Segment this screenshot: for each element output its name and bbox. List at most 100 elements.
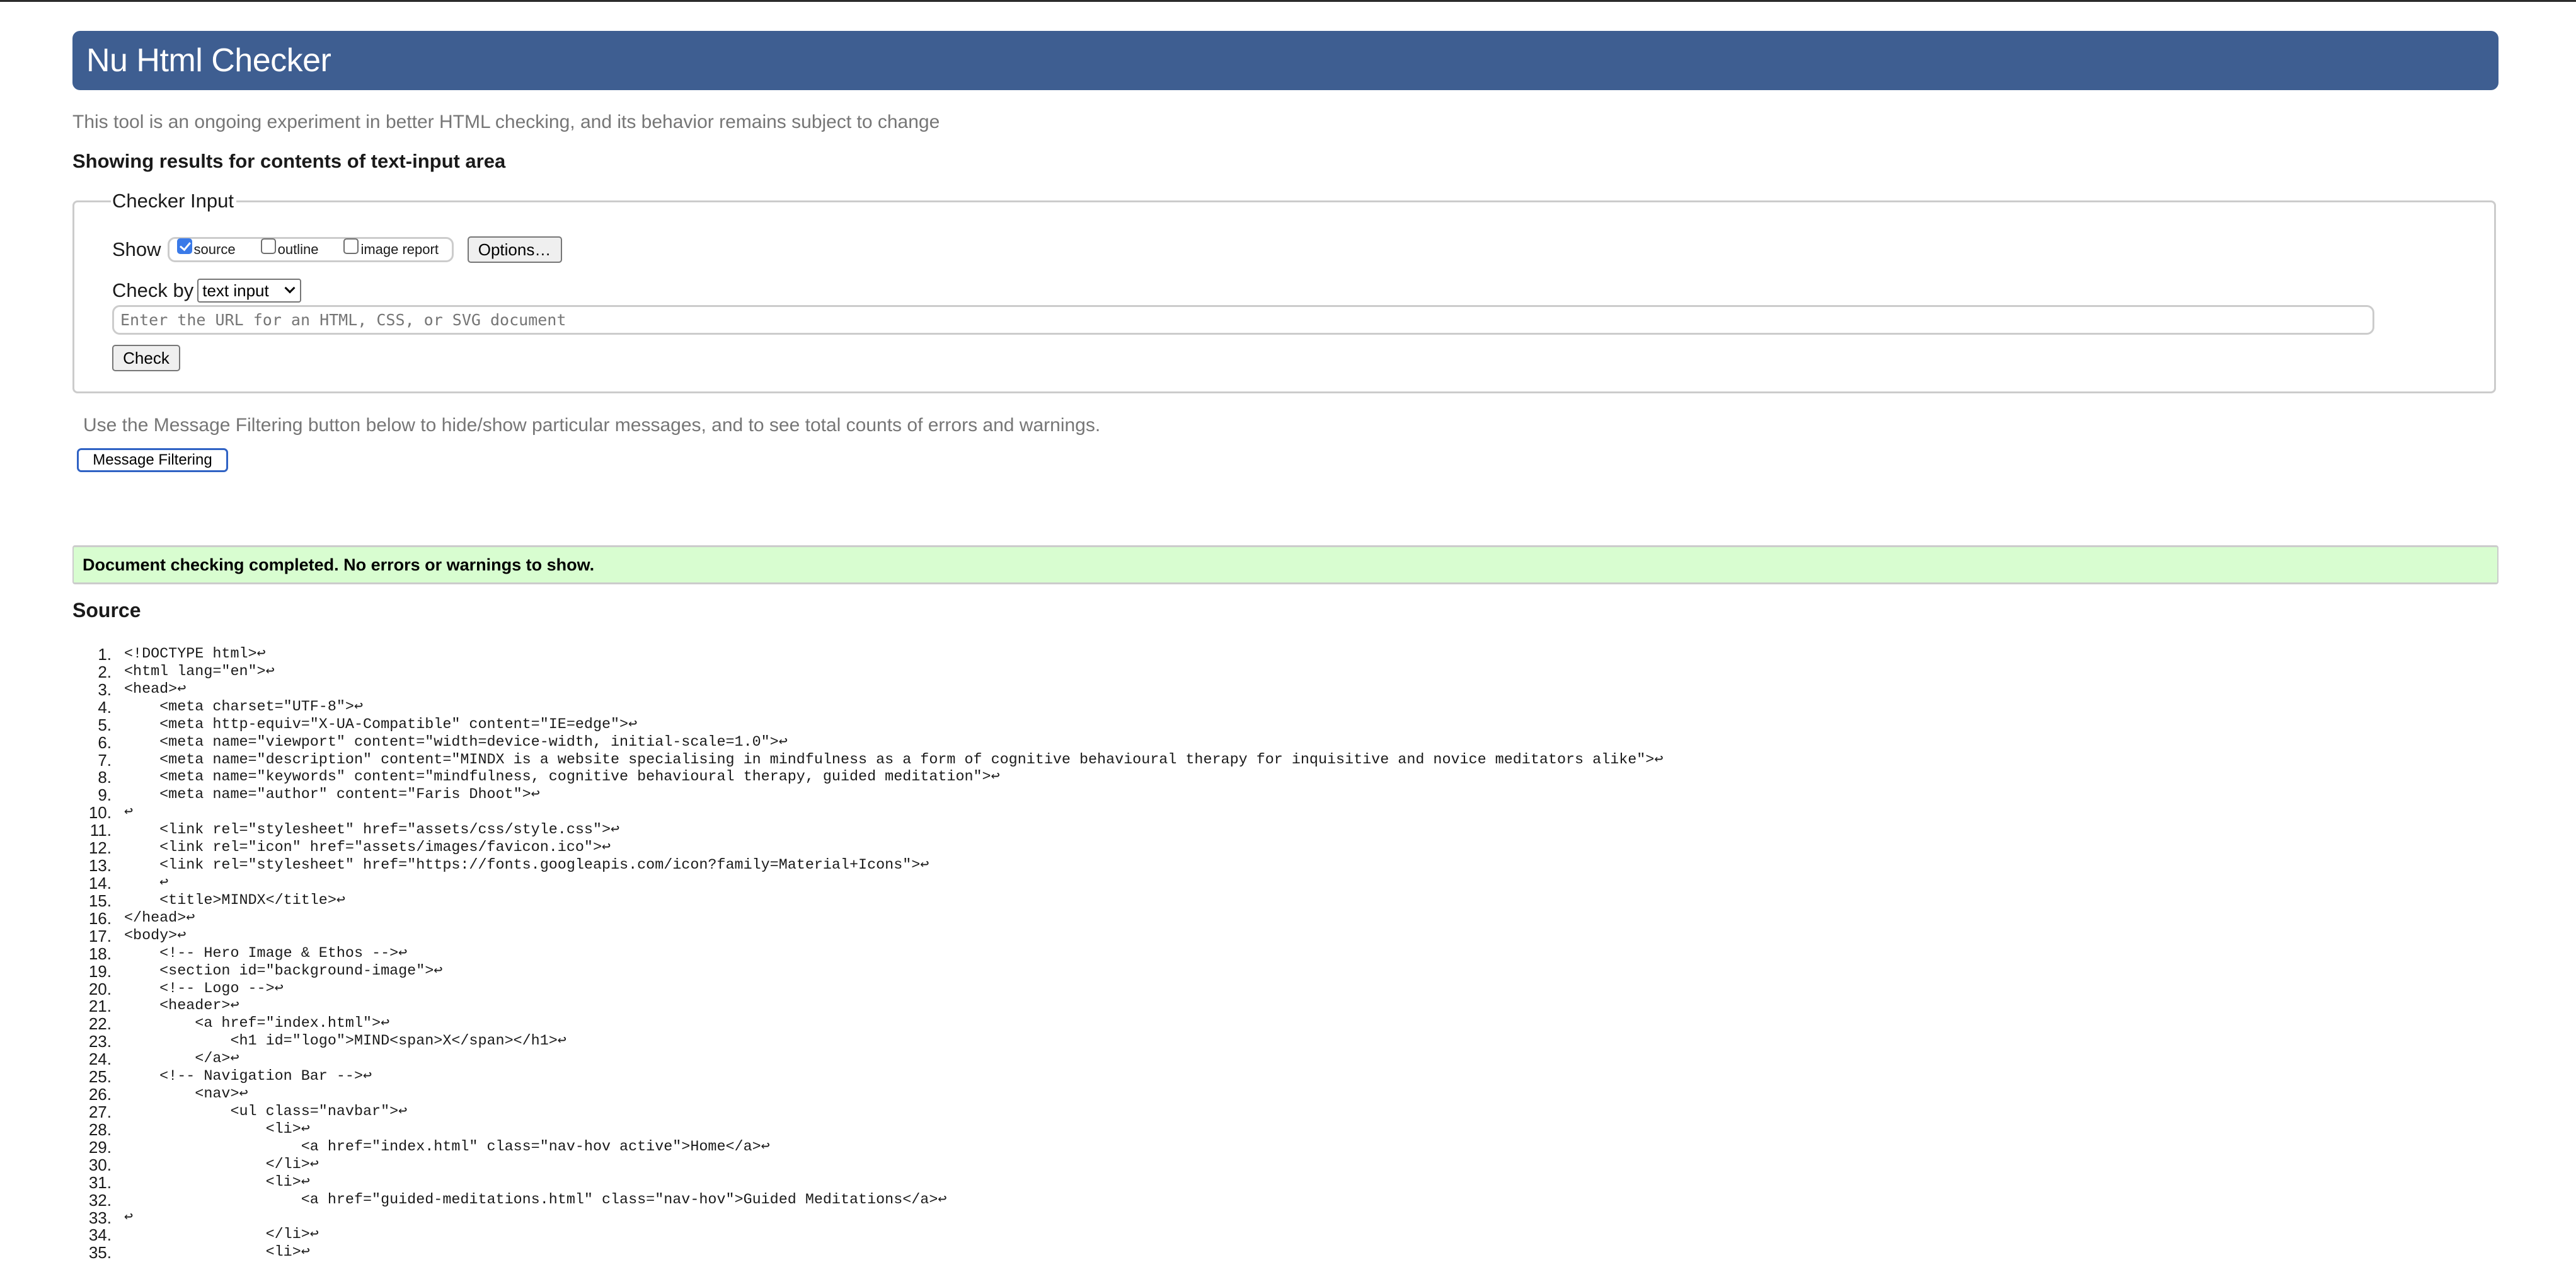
line-number: 13. xyxy=(88,856,112,876)
source-line: 14. ↩ xyxy=(72,874,2530,893)
source-line: 1. <!DOCTYPE html>↩ xyxy=(72,645,2530,664)
source-line: 13. <link rel="stylesheet" href="https:/… xyxy=(72,857,2530,875)
checker-input-legend: Checker Input xyxy=(111,188,236,214)
line-number: 33. xyxy=(88,1208,112,1227)
checkbox-unchecked-icon[interactable] xyxy=(260,238,276,254)
line-code: ↩ xyxy=(124,1209,134,1226)
source-listing: 1. <!DOCTYPE html>↩ 2. <html lang="en">↩ 3. <… xyxy=(72,645,2530,1262)
line-code: <meta charset="UTF-8">↩ xyxy=(124,698,364,715)
line-code: <ul class="navbar">↩ xyxy=(124,1103,408,1120)
line-number: 12. xyxy=(88,838,112,858)
line-code: ↩ xyxy=(124,804,134,821)
options-button[interactable]: Options… xyxy=(467,236,562,263)
line-number: 6. xyxy=(98,732,112,752)
show-options-group: source outline image report xyxy=(167,237,454,262)
window-top-border xyxy=(0,0,2576,2)
source-line: 6. <meta name="viewport" content="width=… xyxy=(72,734,2530,752)
source-line: 16. </head>↩ xyxy=(72,910,2530,928)
line-code: <!DOCTYPE html>↩ xyxy=(124,646,266,662)
line-number: 29. xyxy=(88,1137,112,1157)
line-number: 27. xyxy=(88,1102,112,1121)
intro-text: This tool is an ongoing experiment in be… xyxy=(72,112,940,132)
checkbox-label: source xyxy=(193,241,236,257)
source-line: 30. </li>↩ xyxy=(72,1156,2530,1174)
line-code: ↩ xyxy=(124,874,169,891)
line-number: 35. xyxy=(88,1243,112,1263)
line-number: 5. xyxy=(98,715,112,734)
line-code: <meta name="author" content="Faris Dhoot… xyxy=(124,787,540,804)
source-line: 19. <section id="background-image">↩ xyxy=(72,963,2530,981)
show-row: Show source outline image report Options… xyxy=(112,236,562,263)
line-code: <a href="guided-meditations.html" class=… xyxy=(124,1191,947,1208)
line-number: 26. xyxy=(88,1085,112,1104)
status-success-banner: Document checking completed. No errors o… xyxy=(72,545,2498,584)
line-code: <title>MINDX</title>↩ xyxy=(124,892,345,909)
source-line: 20. <!-- Logo -->↩ xyxy=(72,980,2530,998)
source-line: 15. <title>MINDX</title>↩ xyxy=(72,891,2530,910)
line-number: 1. xyxy=(98,645,112,664)
source-line: 9. <meta name="author" content="Faris Dh… xyxy=(72,786,2530,804)
source-line: 11. <link rel="stylesheet" href="assets/… xyxy=(72,821,2530,840)
line-number: 32. xyxy=(88,1190,112,1210)
status-message: Document checking completed. No errors o… xyxy=(83,555,595,574)
line-code: <html lang="en">↩ xyxy=(124,663,275,680)
line-code: <!-- Logo -->↩ xyxy=(124,980,284,997)
show-source-checkbox[interactable]: source xyxy=(176,238,236,259)
source-line: 33. ↩ xyxy=(72,1208,2530,1227)
source-line: 25. <!-- Navigation Bar -->↩ xyxy=(72,1068,2530,1086)
line-number: 19. xyxy=(88,961,112,981)
line-number: 7. xyxy=(98,750,112,770)
line-code: <header>↩ xyxy=(124,998,239,1015)
line-code: <meta name="viewport" content="width=dev… xyxy=(124,734,788,751)
line-number: 10. xyxy=(88,803,112,823)
line-number: 34. xyxy=(88,1225,112,1245)
line-code: <meta name="keywords" content="mindfulne… xyxy=(124,769,1000,786)
source-line: 27. <ul class="navbar">↩ xyxy=(72,1102,2530,1121)
line-code: <body>↩ xyxy=(124,927,187,944)
source-line: 4. <meta charset="UTF-8">↩ xyxy=(72,697,2530,717)
source-line: 10. ↩ xyxy=(72,804,2530,822)
page-title: Nu Html Checker xyxy=(86,42,331,79)
line-code: <!-- Hero Image & Ethos -->↩ xyxy=(124,945,408,962)
check-button[interactable]: Check xyxy=(112,345,180,371)
line-code: <link rel="stylesheet" href="assets/css/… xyxy=(124,822,620,839)
source-line: 23. <h1 id="logo">MIND<span>X</span></h1… xyxy=(72,1033,2530,1051)
line-number: 23. xyxy=(88,1032,112,1051)
checkbox-unchecked-icon[interactable] xyxy=(343,238,359,254)
source-line: 31. <li>↩ xyxy=(72,1174,2530,1192)
line-number: 15. xyxy=(88,891,112,910)
app-header: Nu Html Checker xyxy=(72,31,2498,90)
source-line: 28. <li>↩ xyxy=(72,1121,2530,1139)
url-input[interactable]: Enter the URL for an HTML, CSS, or SVG d… xyxy=(112,305,2374,335)
message-filtering-note: Use the Message Filtering button below t… xyxy=(83,415,1101,436)
line-code: </li>↩ xyxy=(124,1227,319,1244)
check-by-select[interactable]: text input xyxy=(197,279,302,303)
line-number: 4. xyxy=(98,697,112,717)
line-code: <link rel="stylesheet" href="https://fon… xyxy=(124,857,929,874)
source-line: 26. <nav>↩ xyxy=(72,1085,2530,1104)
source-line: 7. <meta name="description" content="MIN… xyxy=(72,750,2530,770)
show-outline-checkbox[interactable]: outline xyxy=(260,238,318,259)
source-line: 8. <meta name="keywords" content="mindfu… xyxy=(72,769,2530,787)
source-line: 29. <a href="index.html" class="nav-hov … xyxy=(72,1137,2530,1157)
line-code: <!-- Navigation Bar -->↩ xyxy=(124,1068,372,1085)
source-line: 34. </li>↩ xyxy=(72,1225,2530,1245)
show-image-report-checkbox[interactable]: image report xyxy=(343,238,439,259)
chevron-down-icon xyxy=(284,282,296,294)
line-code: <h1 id="logo">MIND<span>X</span></h1>↩ xyxy=(124,1033,566,1050)
show-label: Show xyxy=(112,238,161,260)
source-line: 35. <li>↩ xyxy=(72,1244,2530,1262)
source-line: 24. </a>↩ xyxy=(72,1050,2530,1069)
check-by-label: Check by xyxy=(112,279,194,301)
source-line: 21. <header>↩ xyxy=(72,998,2530,1015)
line-code: <li>↩ xyxy=(124,1121,310,1138)
line-code: </head>↩ xyxy=(124,910,195,927)
line-number: 18. xyxy=(88,944,112,963)
line-code: <meta http-equiv="X-UA-Compatible" conte… xyxy=(124,716,638,733)
results-heading: Showing results for contents of text-inp… xyxy=(72,150,506,172)
message-filtering-button[interactable]: Message Filtering xyxy=(77,448,228,472)
checkbox-checked-icon[interactable] xyxy=(176,238,192,254)
line-code: <li>↩ xyxy=(124,1174,310,1191)
line-number: 16. xyxy=(88,908,112,928)
line-number: 24. xyxy=(88,1050,112,1069)
